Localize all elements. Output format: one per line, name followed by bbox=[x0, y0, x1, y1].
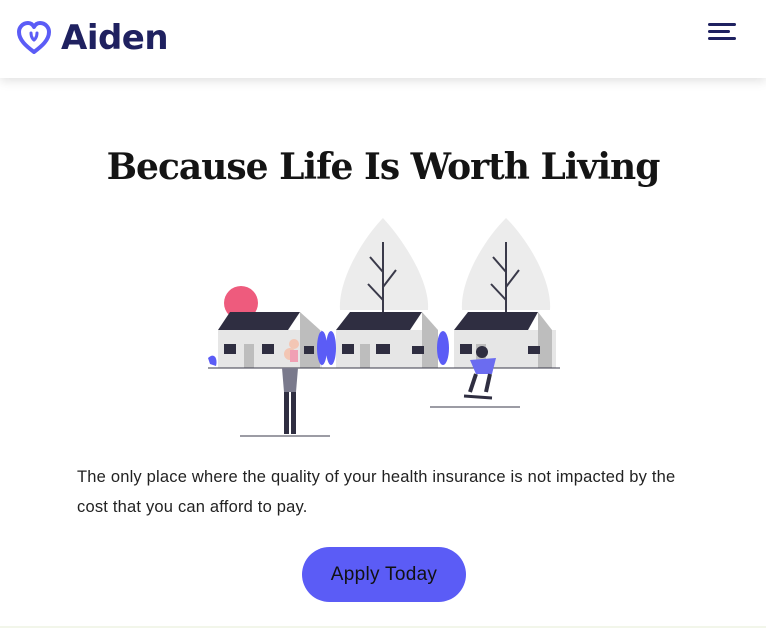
tree-icon bbox=[461, 218, 551, 312]
house-icon bbox=[218, 312, 322, 368]
hero-title: Because Life Is Worth Living bbox=[106, 146, 661, 188]
brand-name: Aiden bbox=[61, 18, 169, 58]
heart-icon bbox=[17, 21, 51, 54]
bush-icon bbox=[437, 331, 449, 365]
house-icon bbox=[454, 312, 556, 368]
brand-logo[interactable]: Aiden bbox=[15, 18, 169, 58]
tree-icon bbox=[339, 218, 429, 312]
hero-description: The only place where the quality of your… bbox=[77, 468, 676, 516]
houses-family-illustration bbox=[208, 218, 560, 437]
house-icon bbox=[336, 312, 438, 368]
leaf-icon bbox=[208, 355, 217, 366]
bush-icon bbox=[317, 331, 327, 365]
site-header: Aiden bbox=[0, 0, 766, 78]
hamburger-menu-icon[interactable] bbox=[702, 18, 742, 46]
apply-today-button[interactable]: Apply Today bbox=[302, 547, 466, 602]
bush-icon bbox=[326, 331, 336, 365]
